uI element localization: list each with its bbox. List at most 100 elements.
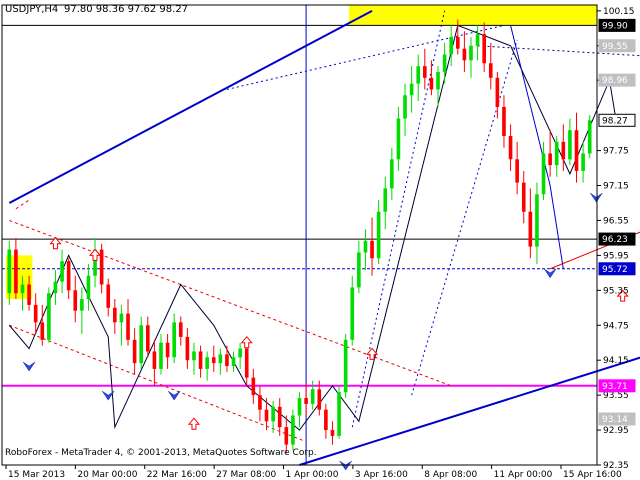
candle-body <box>488 63 493 78</box>
candle-body <box>423 66 427 78</box>
candle-body <box>192 351 196 361</box>
candle-body <box>119 313 124 323</box>
candle-body <box>297 398 302 416</box>
candle-body <box>165 342 170 358</box>
candle-body <box>152 351 157 369</box>
candle-body <box>587 120 592 154</box>
candle-body <box>548 153 552 166</box>
price-label: 99.55 <box>602 42 628 52</box>
candle-body <box>528 211 533 247</box>
candle-body <box>20 284 25 294</box>
candle-body <box>14 249 18 294</box>
candle-body <box>574 130 579 171</box>
x-tick-label: 20 Mar 00:00 <box>77 470 137 480</box>
y-tick-label: 97.15 <box>603 182 629 192</box>
candle-body <box>284 427 289 445</box>
candle-body <box>126 313 130 340</box>
candle-body <box>409 83 414 96</box>
candle-body <box>502 106 506 137</box>
candle-body <box>40 322 45 340</box>
candle <box>291 409 295 451</box>
candle-body <box>172 322 176 358</box>
candle-body <box>205 357 209 369</box>
candle <box>343 333 348 399</box>
candle-body <box>73 290 78 311</box>
candle-body <box>482 34 486 64</box>
candle-body <box>198 351 203 369</box>
candle-body <box>159 342 163 369</box>
candle <box>587 115 592 159</box>
chart-window: 100.15 99.55 98.96 97.75 97.15 96.55 95.95 95.3… <box>0 0 640 480</box>
y-tick-label: 96.55 <box>603 216 629 226</box>
x-tick-label: 8 Apr 08:00 <box>424 470 477 480</box>
y-tick-label: 94.75 <box>603 321 629 331</box>
candle <box>47 287 51 343</box>
y-tick-label: 94.15 <box>603 356 629 366</box>
candle-body <box>554 141 559 166</box>
candle-body <box>455 37 460 49</box>
price-label: 99.90 <box>602 21 628 31</box>
candle-body <box>337 392 341 436</box>
candle-body <box>33 304 38 323</box>
candle-body <box>442 54 447 72</box>
candle-body <box>449 37 454 55</box>
candle-body <box>47 293 51 340</box>
candle-body <box>225 354 229 367</box>
candle-body <box>396 118 401 160</box>
candle-body <box>291 415 295 445</box>
price-label: 98.27 <box>602 116 628 126</box>
candle-body <box>390 159 394 189</box>
candle-body <box>357 252 361 288</box>
candle-body <box>86 275 91 300</box>
candle-body <box>508 136 513 160</box>
candle-body <box>350 287 355 340</box>
y-tick-label: 95.35 <box>603 286 629 296</box>
candle-body <box>495 77 500 107</box>
x-tick-label: 3 Apr 16:00 <box>355 470 408 480</box>
candle-body <box>568 130 572 160</box>
y-tick-label: 93.55 <box>603 391 629 401</box>
x-tick-label: 11 Apr 00:00 <box>494 470 553 480</box>
candle-body <box>211 357 216 364</box>
candle <box>337 386 341 439</box>
candle-body <box>416 66 421 84</box>
candle-body <box>244 348 249 378</box>
candle-body <box>324 409 328 431</box>
candle-body <box>541 153 546 195</box>
candle-body <box>581 153 585 171</box>
candle-body <box>139 325 144 364</box>
highlight-zone <box>348 5 597 26</box>
candle-body <box>66 261 71 291</box>
y-tick-label: 97.75 <box>603 147 629 157</box>
candle-body <box>185 336 190 361</box>
candle-body <box>515 159 519 183</box>
price-chart[interactable]: 100.15 99.55 98.96 97.75 97.15 96.55 95.95 95.3… <box>0 0 640 480</box>
candle-body <box>317 389 322 410</box>
candle-body <box>106 284 111 308</box>
price-label: 98.96 <box>602 76 628 86</box>
candle-body <box>370 240 374 259</box>
candle-body <box>363 240 368 253</box>
candle-body <box>80 299 84 311</box>
candle-body <box>145 325 150 352</box>
candle-body <box>521 182 526 212</box>
candle-body <box>258 395 262 410</box>
y-tick-label: 100.15 <box>603 7 635 17</box>
candle-body <box>27 284 31 305</box>
x-tick-label: 27 Mar 08:00 <box>216 470 276 480</box>
price-label: 96.23 <box>602 235 628 245</box>
y-tick-label: 92.95 <box>603 426 629 436</box>
candle-body <box>238 348 242 358</box>
candle-body <box>304 398 308 404</box>
candle-body <box>277 406 282 428</box>
candle-body <box>330 430 335 436</box>
candle-body <box>535 194 539 247</box>
y-tick-label: 95.95 <box>603 251 629 261</box>
x-tick-label: 1 Apr 00:00 <box>286 470 339 480</box>
price-label: 95.72 <box>602 265 628 275</box>
candle-body <box>561 141 566 160</box>
candle-body <box>429 77 434 90</box>
candle-body <box>383 188 388 212</box>
candle-body <box>218 354 223 364</box>
candle-body <box>231 357 236 367</box>
